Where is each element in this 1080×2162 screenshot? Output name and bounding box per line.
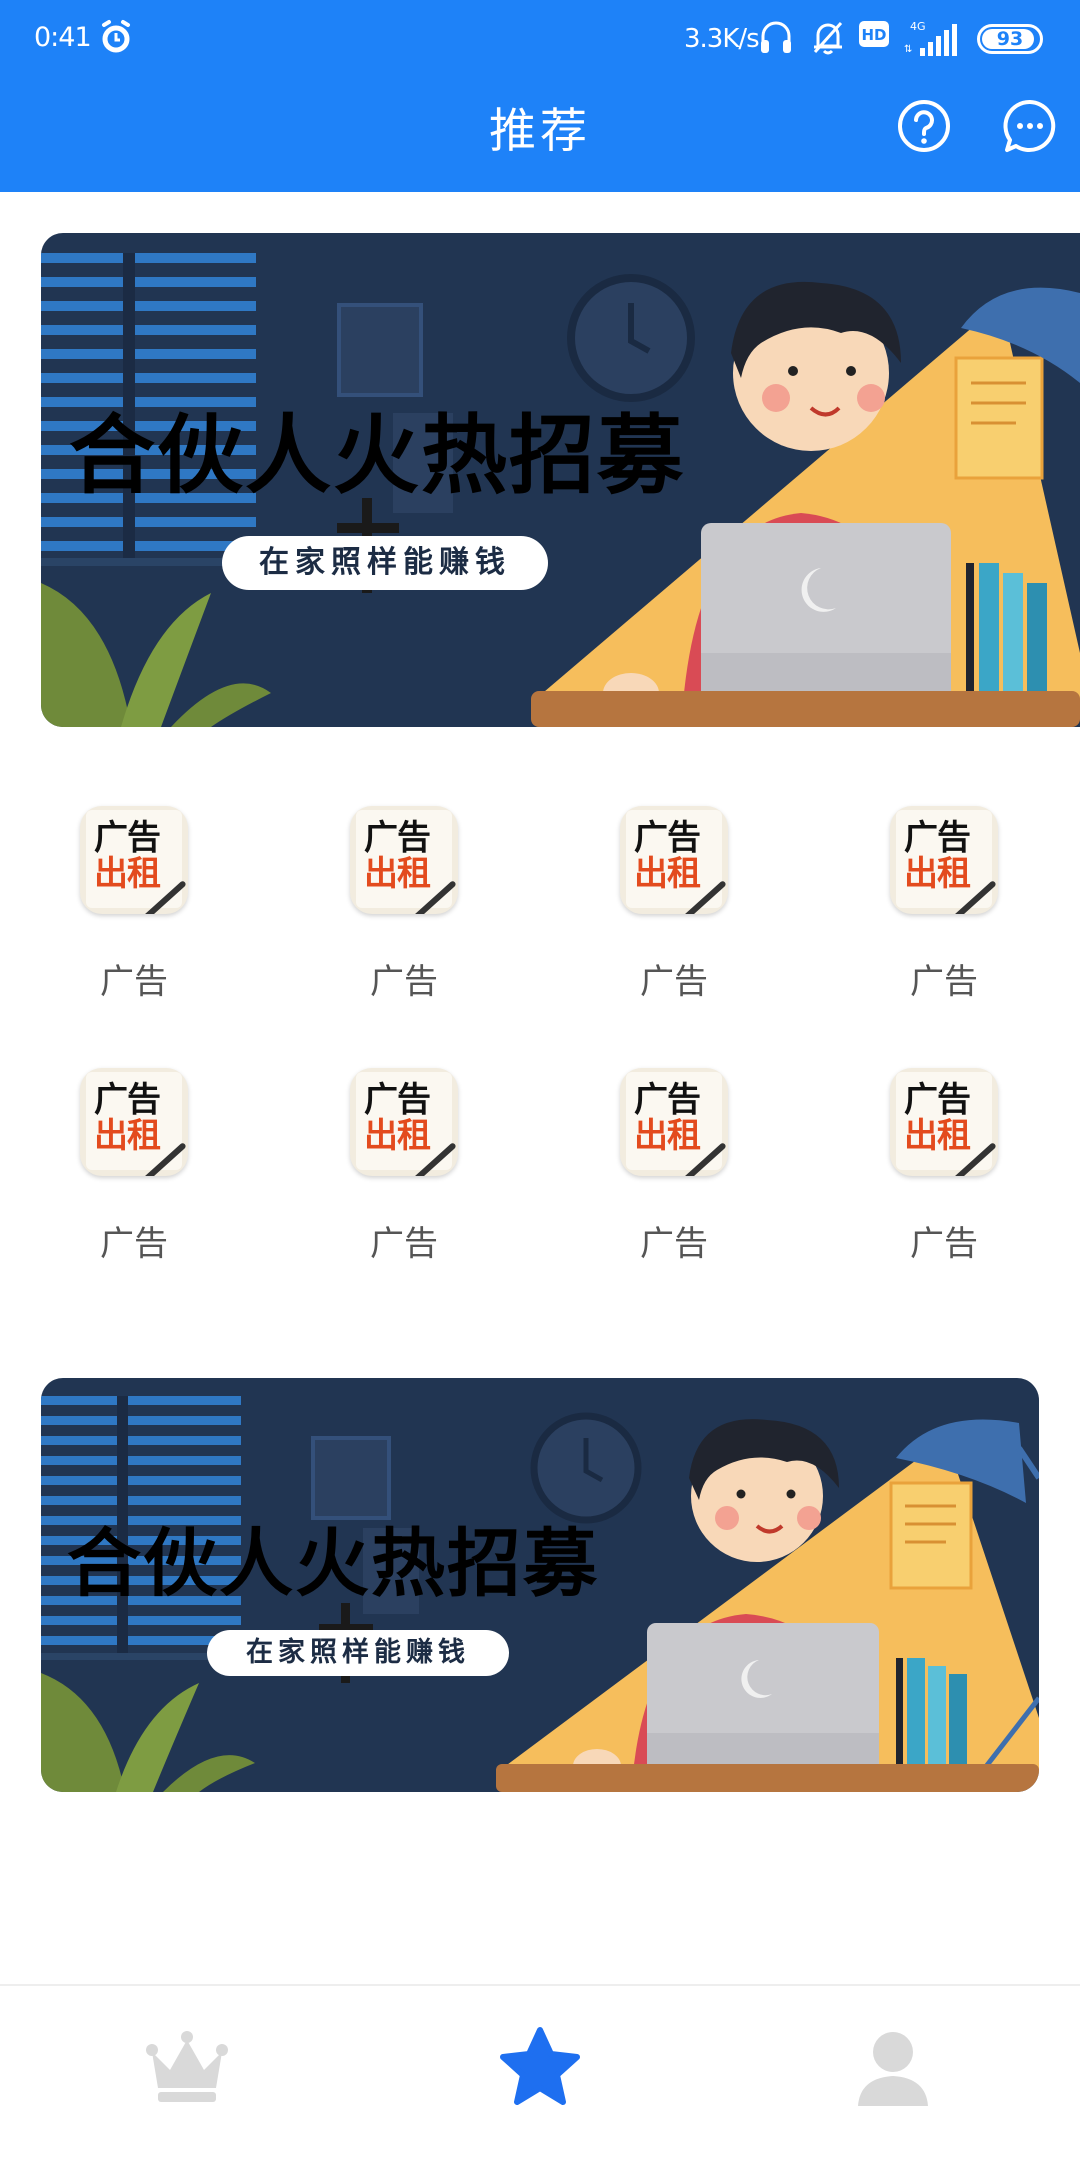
person-icon	[858, 2032, 928, 2106]
ad-rental-icon: 广告 出租	[890, 806, 998, 914]
help-icon[interactable]	[896, 98, 952, 154]
ad-rental-icon: 广告 出租	[80, 1068, 188, 1176]
banner-title: 合伙人火热招募	[67, 1521, 599, 1607]
grid-item-label: 广告	[910, 962, 978, 1002]
grid-item-ad[interactable]: 广告 出租 广告	[574, 1068, 774, 1298]
ad-rental-icon: 广告 出租	[620, 1068, 728, 1176]
grid-item-ad[interactable]: 广告 出租 广告	[304, 1068, 504, 1298]
grid-item-ad[interactable]: 广告 出租 广告	[844, 806, 1044, 1036]
hd-icon: HD	[859, 21, 889, 47]
page-title: 推荐	[489, 104, 591, 159]
status-time: 0:41	[34, 22, 92, 53]
ad-rental-icon: 广告 出租	[620, 806, 728, 914]
svg-text:⇅: ⇅	[904, 44, 912, 55]
grid-item-ad[interactable]: 广告 出租 广告	[34, 1068, 234, 1298]
alarm-icon	[102, 20, 130, 53]
banner-title: 合伙人火热招募	[69, 406, 685, 506]
status-bar: 0:41 3.3K/s HD 4G ⇅ 93	[0, 0, 1080, 78]
headset-icon	[761, 21, 791, 53]
grid-item-label: 广告	[370, 962, 438, 1002]
message-icon[interactable]	[1002, 98, 1058, 154]
grid-item-ad[interactable]: 广告 出租 广告	[34, 806, 234, 1036]
grid-item-label: 广告	[100, 962, 168, 1002]
grid-item-ad[interactable]: 广告 出租 广告	[574, 806, 774, 1036]
ad-rental-icon: 广告 出租	[350, 806, 458, 914]
grid-item-ad[interactable]: 广告 出租 广告	[304, 806, 504, 1036]
banner-subtitle: 在家照样能赚钱	[222, 536, 548, 590]
ad-rental-icon: 广告 出租	[350, 1068, 458, 1176]
tab-crown[interactable]	[142, 2022, 232, 2112]
tab-star[interactable]	[495, 2022, 585, 2112]
network-type: 4G	[910, 20, 926, 33]
tab-profile[interactable]	[848, 2022, 938, 2112]
ad-rental-icon: 广告 出租	[890, 1068, 998, 1176]
grid-item-label: 广告	[640, 1224, 708, 1264]
signal-icon: 4G ⇅	[904, 20, 957, 56]
promo-banner[interactable]: 合伙人火热招募 在家照样能赚钱	[41, 1378, 1039, 1792]
grid-item-ad[interactable]: 广告 出租 广告	[844, 1068, 1044, 1298]
battery-icon: 93	[977, 24, 1043, 54]
ad-rental-icon: 广告 出租	[80, 806, 188, 914]
star-icon	[500, 2027, 580, 2105]
crown-icon	[146, 2031, 228, 2102]
grid-item-label: 广告	[370, 1224, 438, 1264]
battery-level: 93	[996, 28, 1024, 50]
mute-bell-icon	[813, 21, 843, 55]
bottom-tab-bar	[0, 1984, 1080, 2162]
banner-subtitle: 在家照样能赚钱	[207, 1630, 509, 1676]
net-speed: 3.3K/s	[684, 24, 760, 54]
svg-text:HD: HD	[861, 26, 886, 44]
grid-item-label: 广告	[100, 1224, 168, 1264]
promo-banner[interactable]: 合伙人火热招募 在家照样能赚钱	[41, 233, 1080, 727]
grid-item-label: 广告	[910, 1224, 978, 1264]
grid-item-label: 广告	[640, 962, 708, 1002]
top-bar: 0:41 3.3K/s HD 4G ⇅ 93 推荐	[0, 0, 1080, 192]
